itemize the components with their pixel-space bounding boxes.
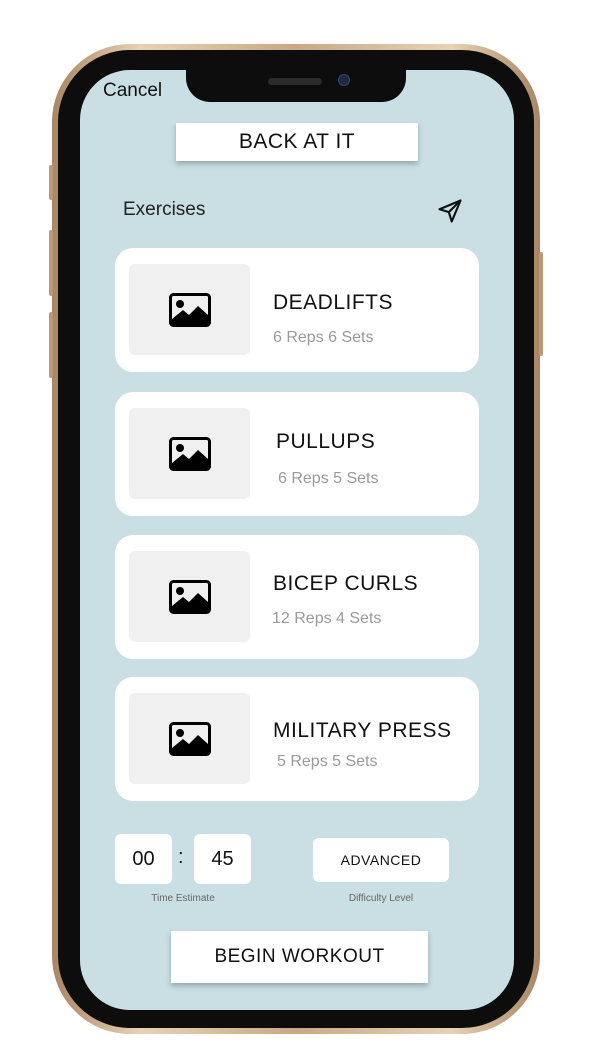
time-hours-field[interactable]: 00	[115, 834, 172, 884]
workout-title-box[interactable]: BACK AT IT	[176, 123, 418, 161]
time-separator: :	[178, 846, 184, 868]
image-placeholder-icon	[168, 721, 211, 756]
time-minutes-field[interactable]: 45	[194, 834, 251, 884]
exercise-thumbnail	[129, 264, 250, 355]
power-button	[539, 252, 543, 356]
difficulty-selector[interactable]: ADVANCED	[313, 838, 449, 882]
exercise-card-deadlifts[interactable]: DEADLIFTS 6 Reps 6 Sets	[115, 248, 479, 372]
volume-up-button	[49, 230, 53, 296]
volume-down-button	[49, 312, 53, 378]
exercise-name: MILITARY PRESS	[273, 719, 452, 742]
exercise-detail: 12 Reps 4 Sets	[272, 610, 382, 627]
image-placeholder-icon	[168, 292, 211, 327]
exercises-heading: Exercises	[123, 199, 206, 220]
speaker-grille	[268, 78, 322, 85]
exercise-thumbnail	[129, 693, 250, 784]
exercise-detail: 6 Reps 5 Sets	[278, 470, 379, 487]
exercise-name: BICEP CURLS	[273, 572, 419, 595]
begin-workout-button[interactable]: BEGIN WORKOUT	[171, 931, 428, 983]
exercise-name: DEADLIFTS	[273, 291, 394, 314]
image-placeholder-icon	[168, 436, 211, 471]
exercise-detail: 5 Reps 5 Sets	[277, 753, 378, 770]
exercise-thumbnail	[129, 408, 250, 499]
difficulty-caption: Difficulty Level	[348, 893, 414, 904]
exercise-detail: 6 Reps 6 Sets	[273, 329, 374, 346]
exercise-thumbnail	[129, 551, 250, 642]
exercise-card-pullups[interactable]: PULLUPS 6 Reps 5 Sets	[115, 392, 479, 516]
exercise-name: PULLUPS	[276, 430, 376, 453]
exercise-card-military-press[interactable]: MILITARY PRESS 5 Reps 5 Sets	[115, 677, 479, 801]
time-estimate-caption: Time Estimate	[151, 893, 215, 904]
exercise-card-bicep-curls[interactable]: BICEP CURLS 12 Reps 4 Sets	[115, 535, 479, 659]
begin-workout-label: BEGIN WORKOUT	[214, 946, 385, 967]
image-placeholder-icon	[168, 579, 211, 614]
side-button	[49, 165, 53, 200]
front-camera	[338, 74, 350, 86]
workout-title: BACK AT IT	[238, 130, 356, 153]
cancel-button[interactable]: Cancel	[103, 80, 162, 102]
send-icon[interactable]	[436, 197, 464, 225]
